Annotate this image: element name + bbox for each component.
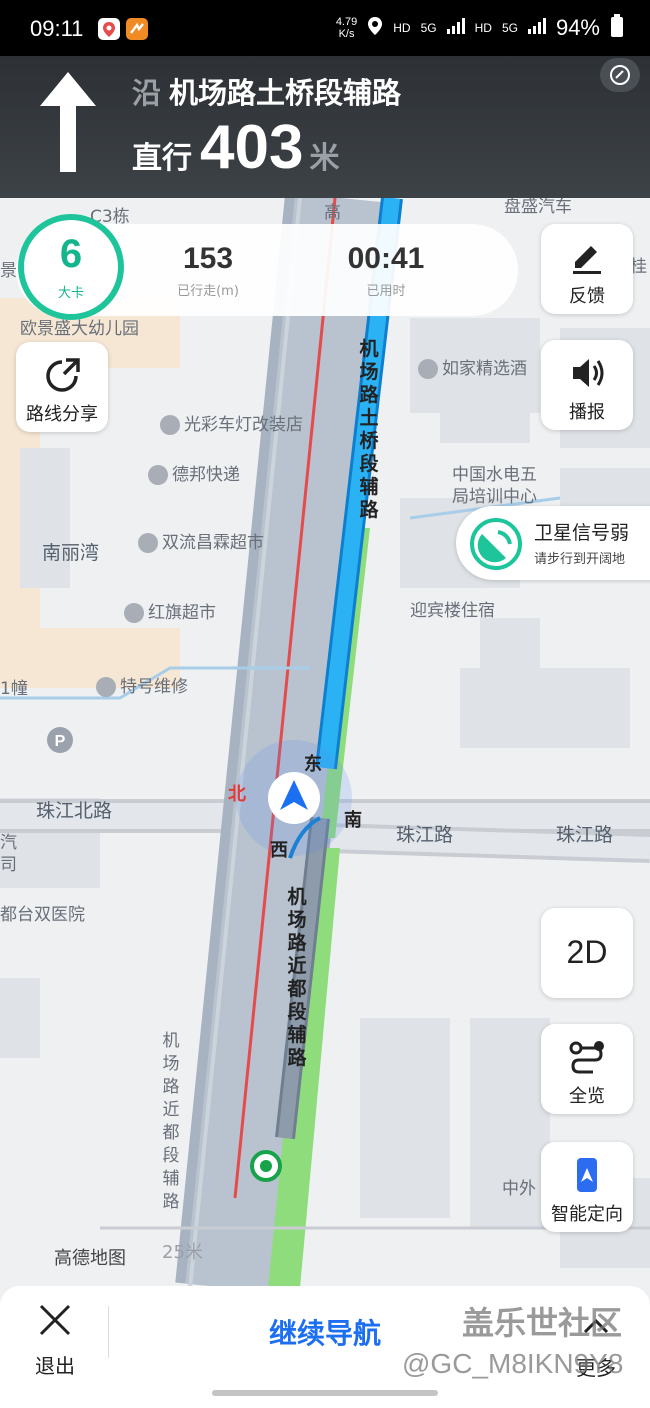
close-icon [39, 1304, 71, 1336]
next-road: 沿机场路土桥段辅路 [132, 70, 401, 112]
map-label-gao: 高 [324, 203, 341, 223]
maps-app-icon [98, 18, 120, 40]
location-icon [367, 16, 383, 39]
hd-label: HD [393, 20, 411, 35]
repair-icon [96, 677, 116, 697]
distance-value: 403 [200, 113, 304, 182]
speed-limit-value: 6 [59, 232, 83, 276]
map-label-yingbin: 迎宾楼住宿 [410, 601, 495, 621]
overview-label: 全览 [569, 1086, 605, 1107]
satellite-icon [470, 518, 522, 570]
watermark-community: 盖乐世社区 [462, 1304, 623, 1342]
map-label-si: 司 [0, 855, 17, 875]
stat-time-value: 00:41 [347, 242, 425, 275]
road-name: 机场路土桥段辅路 [169, 76, 402, 110]
distance-unit: 米 [309, 141, 340, 176]
stat-time: 00:41 已用时 [316, 242, 456, 299]
pen-icon [573, 246, 601, 274]
smart-orient-button[interactable]: 智能定向 [541, 1142, 633, 1232]
view-2d-label: 2D [566, 934, 608, 970]
compass-north: 北 [228, 784, 246, 805]
map-label-zhujiang-1: 珠江路 [396, 824, 454, 846]
shop-icon-2 [124, 603, 144, 623]
smart-orient-label: 智能定向 [551, 1204, 623, 1225]
map-label-zhujiang-2: 珠江路 [556, 824, 614, 846]
broadcast-button[interactable]: 播报 [541, 340, 633, 430]
battery-icon [610, 14, 624, 41]
continue-navigation-button[interactable]: 继续导航 [200, 1312, 450, 1352]
road-prefix: 沿 [132, 76, 162, 110]
overview-button[interactable]: 全览 [541, 1024, 633, 1114]
navigation-banner: 沿机场路土桥段辅路 直行 403 米 [0, 56, 650, 198]
map-label-zhongwai: 中外 [502, 1179, 536, 1199]
map-label-zhujiang-north: 珠江北路 [36, 800, 113, 822]
signal-bars-icon-2 [527, 18, 546, 37]
route-share-button[interactable]: 路线分享 [16, 342, 108, 432]
share-icon [46, 358, 80, 392]
map-scale: 25米 [162, 1242, 203, 1263]
road-label-main: 机场路土桥段辅路 [359, 338, 379, 521]
map-label-pansheng: 盘盛汽车 [504, 198, 572, 217]
delivery-icon [148, 465, 168, 485]
speaker-icon [573, 359, 604, 387]
car-service-icon [160, 415, 180, 435]
exit-button[interactable]: 退出 [20, 1300, 90, 1378]
phone-compass-icon [577, 1158, 597, 1192]
compass-south: 南 [344, 810, 362, 831]
route-share-label: 路线分享 [26, 404, 98, 425]
map-label-hospital: 都台双医院 [0, 905, 85, 925]
signal-bars-icon [446, 18, 465, 37]
hotel-icon [418, 359, 438, 379]
divider [108, 1306, 109, 1358]
home-indicator[interactable] [212, 1390, 438, 1396]
map-label-zhongguo2: 局培训中心 [452, 487, 537, 507]
compass-west: 西 [270, 840, 288, 861]
speed-limit-sign: 6 大卡 [18, 214, 124, 320]
app-notification-icon [126, 18, 148, 40]
toast-title: 卫星信号弱 [534, 522, 630, 544]
stat-time-label: 已用时 [366, 284, 406, 299]
amap-logo: 高德地图 [54, 1248, 126, 1269]
broadcast-label: 播报 [569, 402, 605, 423]
toast-subtitle: 请步行到开阔地 [534, 552, 626, 567]
weak-signal-toast: 卫星信号弱 请步行到开阔地 [456, 506, 650, 580]
speed-limit-label: 大卡 [57, 286, 84, 301]
map-label-tong: 1幢 [0, 679, 28, 699]
network-speed: 4.79 K/s [335, 15, 358, 40]
route-overview-icon [569, 1041, 604, 1074]
stat-walked-label: 已行走(m) [177, 284, 239, 299]
map-label-shuangliu: 双流昌霖超市 [138, 528, 264, 553]
road-label-left: 机场路近都段辅路 [162, 1031, 180, 1212]
watermark-user: @GC_M8IKN9Y8 [402, 1348, 624, 1379]
battery-percent: 94% [555, 14, 600, 40]
map-label-nanliwan: 南丽湾 [42, 542, 100, 564]
stat-walked-value: 153 [182, 242, 234, 275]
map-label-guangcai: 光彩车灯改装店 [160, 410, 303, 435]
status-time: 09:11 [30, 16, 84, 41]
map-label-hongqi: 红旗超市 [124, 598, 216, 623]
feedback-label: 反馈 [569, 286, 605, 307]
maneuver-action: 直行 [132, 141, 192, 176]
map-label-tehao: 特号维修 [96, 672, 188, 697]
svg-text:P: P [55, 733, 66, 750]
status-bar: 09:11 4.79 K/s HD 5G HD 5G 94% [0, 0, 650, 62]
view-2d-button[interactable]: 2D [541, 908, 633, 998]
straight-arrow-icon [40, 72, 96, 172]
map-label-jing: 景 [0, 261, 17, 281]
voice-assistant-button[interactable] [600, 58, 640, 92]
hd-label-2: HD [474, 20, 492, 35]
shop-icon [138, 533, 158, 553]
compass-east: 东 [304, 754, 322, 775]
road-label-lower: 机场路近都段辅路 [287, 886, 307, 1069]
signal-5g-label: 5G [420, 20, 437, 35]
distance-line: 直行 403 米 [132, 112, 339, 183]
status-indicators: 4.79 K/s HD 5G HD 5G 94% [336, 14, 624, 41]
stat-walked: 153 已行走(m) [138, 242, 278, 299]
exit-label: 退出 [35, 1354, 75, 1378]
signal-5g-label-2: 5G [501, 20, 518, 35]
map-label-rujia: 如家精选酒 [418, 354, 527, 379]
map-label-debang: 德邦快递 [148, 460, 240, 485]
feedback-button[interactable]: 反馈 [541, 224, 633, 314]
